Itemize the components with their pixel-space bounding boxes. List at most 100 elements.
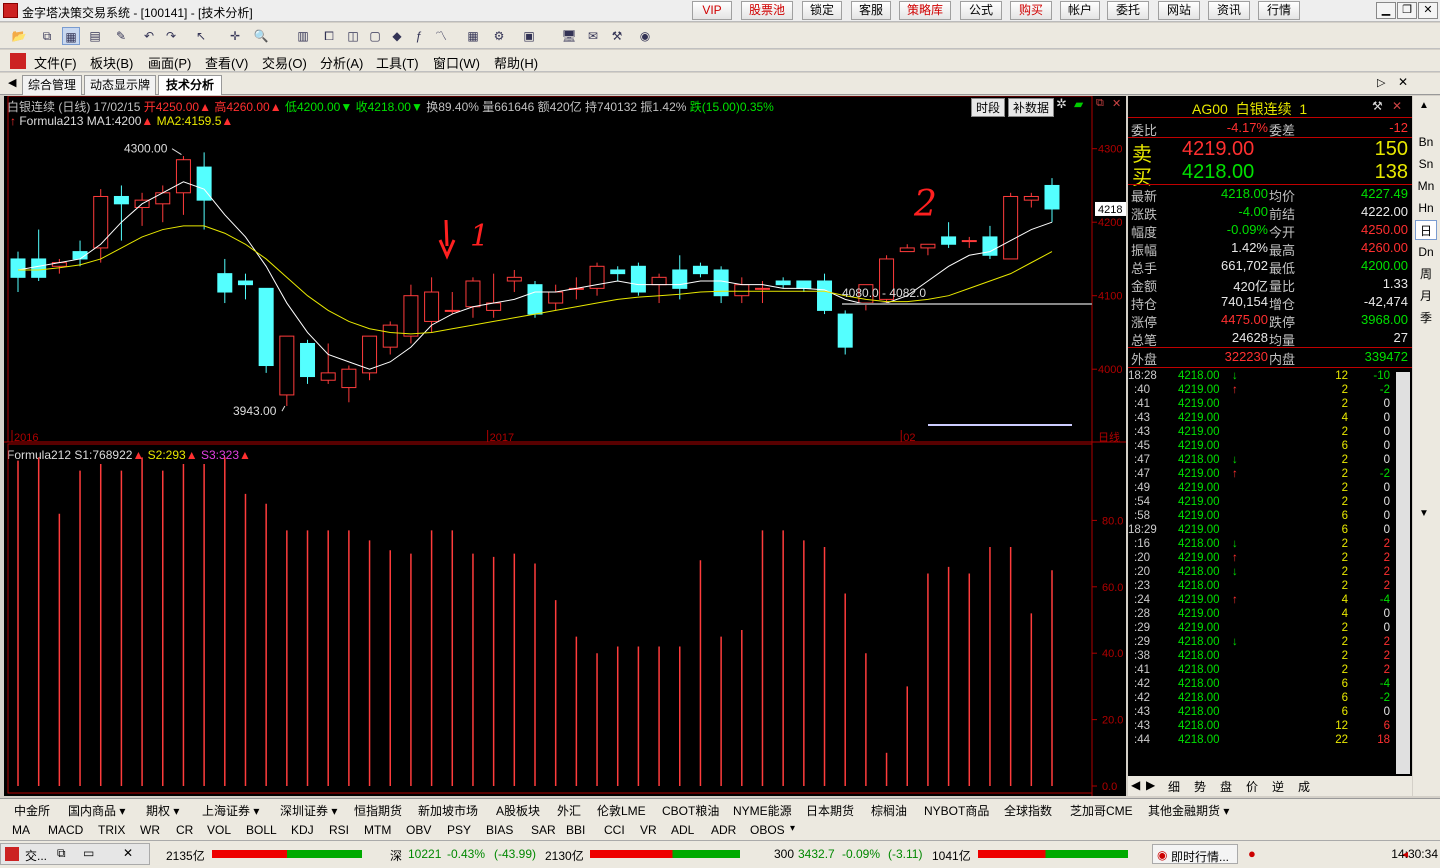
top-button[interactable]: VIP	[692, 1, 732, 20]
period-button[interactable]: Mn	[1415, 176, 1437, 196]
indicator-tab[interactable]: MA	[12, 823, 30, 837]
qtabs-right-icon[interactable]: ▶	[1146, 778, 1155, 792]
period-button[interactable]: 日	[1415, 220, 1437, 240]
chart-panel[interactable]: 白银连续 (日线) 17/02/15 开4250.00▲ 高4260.00▲ 低…	[4, 96, 1126, 796]
indicator-tab[interactable]: MTM	[364, 823, 391, 837]
undo-icon[interactable]: ↶	[140, 27, 158, 45]
alert-icon[interactable]: ◆	[388, 27, 406, 45]
top-button[interactable]: 策略库	[899, 1, 951, 20]
indicator-tab[interactable]: TRIX	[98, 823, 125, 837]
menu-item[interactable]: 帮助(H)	[494, 53, 538, 72]
market-tab[interactable]: A股板块	[496, 802, 540, 819]
top-button[interactable]: 网站	[1158, 1, 1200, 20]
line-chart-icon[interactable]: 〽	[432, 27, 450, 45]
market-tab[interactable]: 新加坡市场	[418, 802, 478, 819]
indicator-tab[interactable]: OBOS	[750, 823, 785, 837]
live-quote-button[interactable]: ◉ 即时行情...	[1152, 844, 1238, 864]
period-button[interactable]: 月	[1415, 286, 1437, 306]
top-button[interactable]: 公式	[960, 1, 1002, 20]
top-button[interactable]: 帐户	[1060, 1, 1100, 20]
indicator-tab[interactable]: BBI	[566, 823, 585, 837]
copy-icon[interactable]: ⧉	[38, 27, 56, 45]
indicator-tab[interactable]: CCI	[604, 823, 625, 837]
zoom-icon[interactable]: 🔍	[252, 27, 270, 45]
period-button[interactable]: Hn	[1415, 198, 1437, 218]
top-button[interactable]: 委托	[1107, 1, 1149, 20]
qtabs-left-icon[interactable]: ◀	[1131, 778, 1140, 792]
tab-dynamic-board[interactable]: 动态显示牌	[84, 75, 156, 95]
redo-icon[interactable]: ↷	[162, 27, 180, 45]
menu-item[interactable]: 分析(A)	[320, 53, 363, 72]
menu-item[interactable]: 窗口(W)	[433, 53, 480, 72]
grid-lines-icon[interactable]: ▥	[294, 27, 312, 45]
quote-tab[interactable]: 逆	[1272, 778, 1284, 795]
indicator-tab[interactable]: SAR	[531, 823, 556, 837]
edit-icon[interactable]: ✎	[112, 27, 130, 45]
open-folder-icon[interactable]: 📂	[10, 27, 28, 45]
indicator-tab[interactable]: BOLL	[246, 823, 277, 837]
layout-icon[interactable]: ▦	[62, 27, 80, 45]
quote-tab[interactable]: 价	[1246, 778, 1258, 795]
market-tab[interactable]: 上海证券 ▾	[202, 802, 259, 819]
menu-item[interactable]: 工具(T)	[376, 53, 419, 72]
indicator-tab[interactable]: RSI	[329, 823, 349, 837]
indicator-tab[interactable]: ADL	[671, 823, 694, 837]
tab-technical-analysis[interactable]: 技术分析	[158, 75, 222, 95]
indicator-tab[interactable]: KDJ	[291, 823, 314, 837]
scroll-right-icon[interactable]: ▷	[1377, 76, 1385, 89]
market-tab[interactable]: 深圳证券 ▾	[280, 802, 337, 819]
side-down-icon[interactable]: ▼	[1419, 508, 1429, 519]
top-button[interactable]: 购买	[1010, 1, 1052, 20]
windows-icon[interactable]: ⧠	[320, 27, 338, 45]
indicator-tab[interactable]: PSY	[447, 823, 471, 837]
indicator-tab[interactable]: WR	[140, 823, 160, 837]
market-tab[interactable]: 期权 ▾	[146, 802, 179, 819]
indicator-more-icon[interactable]: ▾	[790, 823, 795, 834]
period-button[interactable]: Dn	[1415, 242, 1437, 262]
quote-close-icon[interactable]: ✕	[1392, 99, 1402, 113]
tab-close-icon[interactable]: ✕	[1398, 75, 1408, 89]
market-tab[interactable]: 芝加哥CME	[1070, 802, 1133, 819]
indicator-tab[interactable]: VR	[640, 823, 657, 837]
monitor-icon[interactable]: 🖥	[560, 27, 578, 45]
top-button[interactable]: 客服	[851, 1, 891, 20]
top-button[interactable]: 股票池	[741, 1, 793, 20]
indicator-tab[interactable]: BIAS	[486, 823, 513, 837]
market-tab[interactable]: 外汇	[557, 802, 581, 819]
cursor-icon[interactable]: ↖	[192, 27, 210, 45]
restore-button[interactable]: ❐	[1397, 2, 1417, 19]
market-tab[interactable]: 棕榈油	[871, 802, 907, 819]
market-tab[interactable]: CBOT粮油	[662, 802, 719, 819]
menu-item[interactable]: 画面(P)	[148, 53, 191, 72]
alarm-icon[interactable]: ●	[1248, 846, 1256, 861]
quote-tab[interactable]: 势	[1194, 778, 1206, 795]
menu-item[interactable]: 文件(F)	[34, 53, 77, 72]
crosshair-icon[interactable]: ✛	[226, 27, 244, 45]
quote-tab[interactable]: 成	[1298, 778, 1310, 795]
tools-icon[interactable]: ⚙	[490, 27, 508, 45]
market-tab[interactable]: NYBOT商品	[924, 802, 989, 819]
market-tab[interactable]: 国内商品 ▾	[68, 802, 125, 819]
function-icon[interactable]: ƒ	[410, 27, 428, 45]
minimize-button[interactable]: ▁	[1376, 2, 1396, 19]
top-button[interactable]: 行情	[1258, 1, 1300, 20]
period-button[interactable]: 周	[1415, 264, 1437, 284]
period-button[interactable]: 季	[1415, 308, 1437, 328]
market-tab[interactable]: 其他金融期货 ▾	[1148, 802, 1229, 819]
export-icon[interactable]: ▣	[520, 27, 538, 45]
period-button[interactable]: Bn	[1415, 132, 1437, 152]
note-icon[interactable]: ✉	[584, 27, 602, 45]
top-button[interactable]: 资讯	[1208, 1, 1250, 20]
menu-item[interactable]: 板块(B)	[90, 53, 133, 72]
market-tab[interactable]: 全球指数	[1004, 802, 1052, 819]
menu-item[interactable]: 查看(V)	[205, 53, 248, 72]
indicator-tab[interactable]: OBV	[406, 823, 431, 837]
taskbar-item[interactable]: 交... ⧉ ▭ ✕	[0, 843, 150, 865]
layers-icon[interactable]: ◫	[344, 27, 362, 45]
tab-overview[interactable]: 综合管理	[22, 75, 82, 95]
indicator-tab[interactable]: VOL	[207, 823, 231, 837]
market-tab[interactable]: NYME能源	[733, 802, 792, 819]
period-button[interactable]: Sn	[1415, 154, 1437, 174]
settings-icon[interactable]: ⚒	[608, 27, 626, 45]
market-tab[interactable]: 中金所	[14, 802, 50, 819]
